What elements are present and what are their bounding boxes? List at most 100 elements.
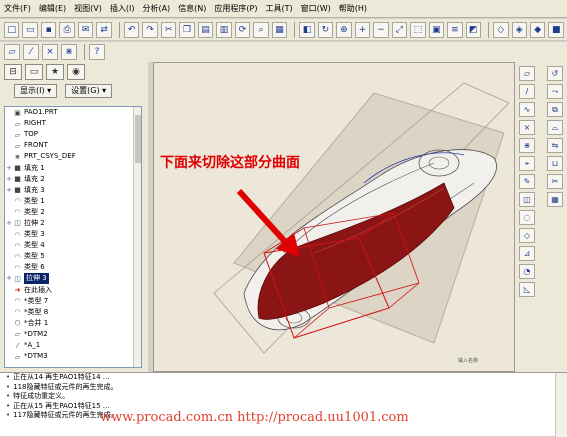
spin-center-icon[interactable]: ↻ <box>317 21 334 38</box>
menu-item[interactable]: 分析(A) <box>138 0 174 18</box>
csys-display-icon[interactable]: ⋇ <box>61 44 77 60</box>
datum-plane-tool-icon[interactable]: ▱ <box>519 66 535 81</box>
csys-tool-icon[interactable]: ⋇ <box>519 138 535 153</box>
context-help-icon[interactable]: ? <box>89 44 105 60</box>
selection-filter-icon[interactable]: ▦ <box>271 21 288 38</box>
print-icon[interactable]: ⎙ <box>59 21 75 38</box>
zoom-in-icon[interactable]: + <box>354 21 371 38</box>
tree-item[interactable]: + ■ 填充 1 <box>5 162 141 173</box>
new-file-icon[interactable]: □ <box>4 21 20 38</box>
no-hidden-icon[interactable]: ◆ <box>529 21 546 38</box>
send-icon[interactable]: ⇄ <box>96 21 112 38</box>
tree-item[interactable]: + ◫ 拉伸 3 <box>5 273 141 285</box>
blend-tool-icon[interactable]: ⧉ <box>547 102 563 117</box>
tree-item[interactable]: ◠ 类型 6 <box>5 262 141 273</box>
expand-toggle-icon[interactable]: + <box>5 185 13 196</box>
datum-point-tool-icon[interactable]: × <box>519 120 535 135</box>
paste-icon[interactable]: ▤ <box>197 21 214 38</box>
expand-toggle-icon[interactable]: + <box>5 174 13 185</box>
tree-scroll-thumb[interactable] <box>135 115 141 163</box>
tree-item[interactable]: ◠ 类型 4 <box>5 240 141 251</box>
menu-item[interactable]: 信息(N) <box>174 0 210 18</box>
menu-item[interactable]: 文件(F) <box>0 0 35 18</box>
tree-item[interactable]: ◠ 类型 3 <box>5 229 141 240</box>
tree-item[interactable]: ▱ FRONT <box>5 140 141 151</box>
open-file-icon[interactable]: ▭ <box>22 21 38 38</box>
regenerate-icon[interactable]: ⟳ <box>234 21 251 38</box>
tree-item[interactable]: ⬡ *合并 1 <box>5 318 141 329</box>
tree-item[interactable]: ➜ 在此插入 <box>5 285 141 296</box>
tree-item[interactable]: ▱ *DTM3 <box>5 351 141 362</box>
message-scrollbar[interactable] <box>555 373 567 437</box>
tree-item[interactable]: ▣ PAO1.PRT <box>5 107 141 118</box>
datum-plane-display-icon[interactable]: ▱ <box>4 44 20 60</box>
tree-item[interactable]: ◠ 类型 2 <box>5 207 141 218</box>
datum-axis-display-icon[interactable]: ⁄ <box>23 44 39 60</box>
round-tool-icon[interactable]: ◔ <box>519 264 535 279</box>
view-manager-icon[interactable]: ◩ <box>465 21 482 38</box>
shell-tool-icon[interactable]: ◇ <box>519 228 535 243</box>
show-dropdown[interactable]: 显示(I) ▾ <box>14 84 58 98</box>
hole-tool-icon[interactable]: ◌ <box>519 210 535 225</box>
tree-item[interactable]: ◠ *类型 7 <box>5 296 141 307</box>
mirror-tool-icon[interactable]: ⇋ <box>547 138 563 153</box>
tree-item[interactable]: ▱ *DTM2 <box>5 329 141 340</box>
refit-icon[interactable]: ⤢ <box>391 21 408 38</box>
model-tree-tab-icon[interactable]: ⊟ <box>4 64 22 80</box>
tree-item[interactable]: ▱ RIGHT <box>5 118 141 129</box>
menu-item[interactable]: 工具(T) <box>262 0 297 18</box>
favorites-tab-icon[interactable]: ★ <box>46 64 64 80</box>
tree-scrollbar[interactable] <box>133 107 141 367</box>
wireframe-icon[interactable]: ◇ <box>493 21 509 38</box>
expand-toggle-icon[interactable]: + <box>5 218 13 229</box>
paste-special-icon[interactable]: ▥ <box>216 21 232 38</box>
tree-item[interactable]: ⋇ PRT_CSYS_DEF <box>5 151 141 162</box>
settings-dropdown[interactable]: 设置(G) ▾ <box>65 84 113 98</box>
layers-icon[interactable]: ≡ <box>447 21 463 38</box>
datum-curve-tool-icon[interactable]: ∿ <box>519 102 535 117</box>
tree-item[interactable]: ◠ 类型 5 <box>5 251 141 262</box>
menu-item[interactable]: 插入(I) <box>106 0 139 18</box>
chamfer-tool-icon[interactable]: ◺ <box>519 282 535 297</box>
menu-item[interactable]: 编辑(E) <box>35 0 70 18</box>
menu-item[interactable]: 帮助(H) <box>335 0 371 18</box>
undo-icon[interactable]: ↶ <box>123 21 140 38</box>
merge-tool-icon[interactable]: ⊔ <box>547 156 563 171</box>
tree-item[interactable]: ⁄ *A_1 <box>5 340 141 351</box>
search-icon[interactable]: ⌕ <box>253 21 269 38</box>
menu-item[interactable]: 视图(V) <box>70 0 106 18</box>
boundary-blend-tool-icon[interactable]: ⌓ <box>547 120 563 135</box>
save-icon[interactable]: ▪ <box>40 21 57 38</box>
copy-icon[interactable]: ❐ <box>179 21 195 38</box>
orient-icon[interactable]: ⬚ <box>410 21 426 38</box>
menu-item[interactable]: 应用程序(P) <box>210 0 261 18</box>
hidden-line-icon[interactable]: ◈ <box>511 21 527 38</box>
zoom-window-icon[interactable]: ⊕ <box>336 21 352 38</box>
pattern-tool-icon[interactable]: ▦ <box>547 192 563 207</box>
redo-icon[interactable]: ↷ <box>142 21 158 38</box>
connections-tab-icon[interactable]: ◉ <box>67 64 85 80</box>
repaint-icon[interactable]: ◧ <box>299 21 315 38</box>
menu-item[interactable]: 窗口(W) <box>297 0 335 18</box>
datum-axis-tool-icon[interactable]: / <box>519 84 535 99</box>
graphics-viewport[interactable]: 输入名称 <box>153 62 515 372</box>
datum-point-display-icon[interactable]: × <box>42 44 58 60</box>
tree-item[interactable]: + ◫ 拉伸 2 <box>5 218 141 229</box>
extrude-tool-icon[interactable]: ◫ <box>519 192 535 207</box>
tree-item[interactable]: ◠ *类型 8 <box>5 307 141 318</box>
saved-views-icon[interactable]: ▣ <box>428 21 445 38</box>
tree-item[interactable]: ▱ TOP <box>5 129 141 140</box>
tree-item[interactable]: ◠ 类型 1 <box>5 196 141 207</box>
sweep-tool-icon[interactable]: ⤳ <box>547 84 563 99</box>
revolve-tool-icon[interactable]: ↺ <box>547 66 563 81</box>
draft-tool-icon[interactable]: ⊿ <box>519 246 535 261</box>
cut-icon[interactable]: ✂ <box>160 21 177 38</box>
sketch-tool-icon[interactable]: ✎ <box>519 174 535 189</box>
expand-toggle-icon[interactable]: + <box>5 163 13 174</box>
expand-toggle-icon[interactable]: + <box>5 273 13 284</box>
trim-tool-icon[interactable]: ✂ <box>547 174 563 189</box>
tree-item[interactable]: + ■ 填充 2 <box>5 174 141 185</box>
tree-item[interactable]: + ■ 填充 3 <box>5 185 141 196</box>
shading-icon[interactable]: ■ <box>548 21 564 38</box>
email-icon[interactable]: ✉ <box>77 21 94 38</box>
